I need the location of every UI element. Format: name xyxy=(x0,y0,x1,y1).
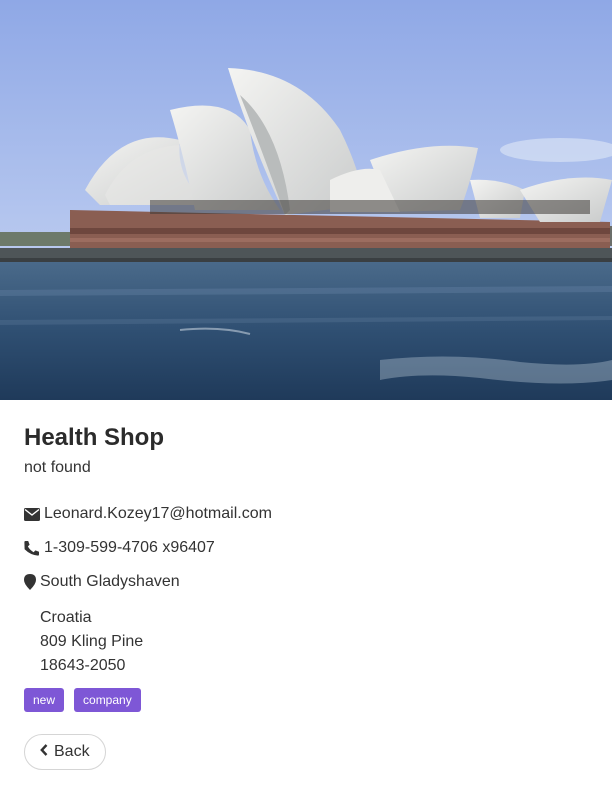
chevron-left-icon xyxy=(40,743,48,761)
phone-text[interactable]: 1-309-599-4706 x96407 xyxy=(44,538,215,558)
envelope-icon xyxy=(24,507,40,521)
city-text: South Gladyshaven xyxy=(40,573,180,590)
tag-company: company xyxy=(74,688,141,712)
back-button[interactable]: Back xyxy=(24,734,106,770)
shop-status: not found xyxy=(24,459,91,476)
tag-new: new xyxy=(24,688,65,712)
address-country: Croatia xyxy=(40,609,92,626)
email-text[interactable]: Leonard.Kozey17@hotmail.com xyxy=(44,504,272,524)
city-row: South Gladyshaven xyxy=(24,572,588,592)
hero-image xyxy=(0,0,612,400)
map-marker-icon xyxy=(24,574,36,590)
email-row: Leonard.Kozey17@hotmail.com xyxy=(24,504,588,524)
tag-list: new company xyxy=(24,688,588,712)
shop-title: Health Shop xyxy=(24,424,165,451)
address-postal-code: 18643-2050 xyxy=(40,657,126,674)
shop-details: Health Shop not found Leonard.Kozey17@ho… xyxy=(0,400,612,770)
phone-icon xyxy=(24,540,40,556)
address-street: 809 Kling Pine xyxy=(40,633,144,650)
back-button-label: Back xyxy=(54,743,90,760)
address-block: Croatia 809 Kling Pine 18643-2050 xyxy=(24,606,588,678)
phone-row: 1-309-599-4706 x96407 xyxy=(24,538,588,558)
